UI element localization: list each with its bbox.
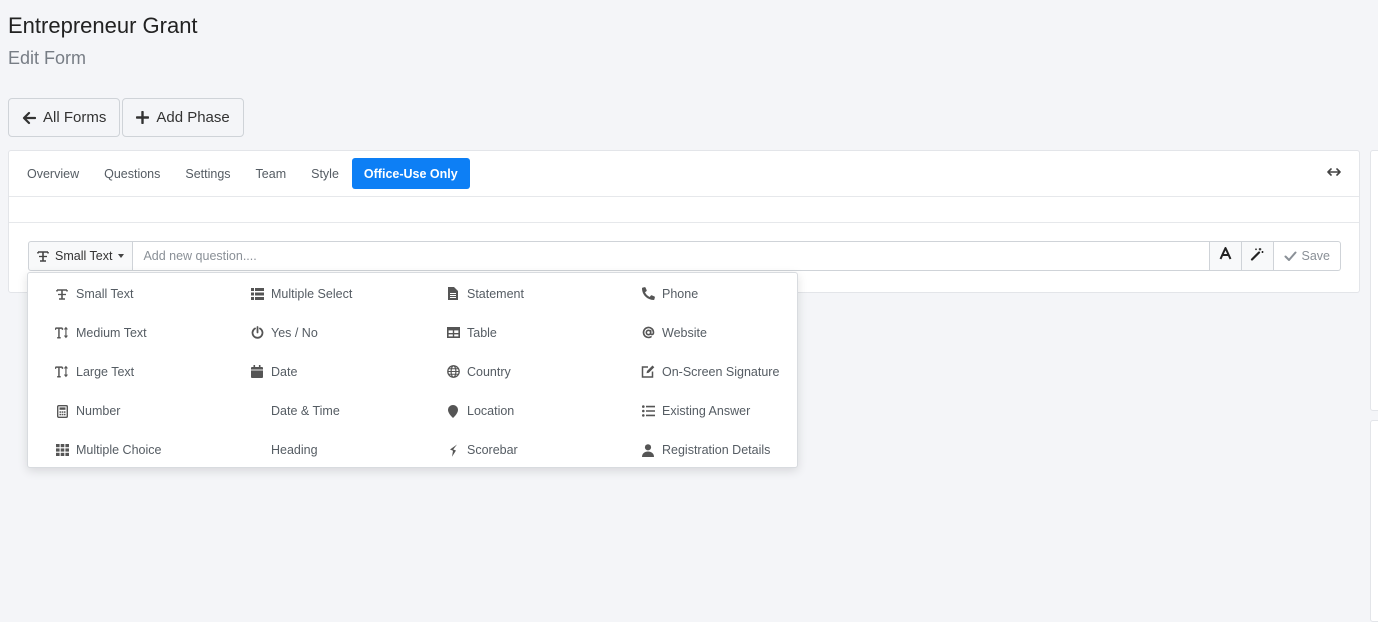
menu-item-website[interactable]: Website: [614, 313, 799, 352]
menu-item-label: Heading: [271, 443, 318, 458]
globe-icon: [446, 365, 460, 379]
menu-item-label: Large Text: [76, 364, 135, 379]
power-icon: [250, 326, 264, 340]
scorebar-icon: [446, 443, 460, 457]
tab-bar: Overview Questions Settings Team Style O…: [9, 151, 1359, 197]
map-marker-icon: [446, 404, 460, 418]
menu-item-label: Date & Time: [271, 404, 340, 419]
menu-item-label: Multiple Choice: [76, 443, 162, 458]
small-text-icon: [37, 250, 49, 262]
menu-item-date[interactable]: Date: [223, 352, 419, 391]
check-icon: [1284, 251, 1296, 261]
blank-icon: [250, 443, 264, 457]
menu-item-label: Country: [467, 364, 511, 379]
menu-item-label: Small Text: [76, 286, 134, 301]
text-height-icon: [55, 365, 69, 379]
magic-wand-button[interactable]: [1241, 241, 1274, 271]
blank-icon: [250, 404, 264, 418]
at-icon: [641, 326, 655, 340]
phone-icon: [641, 287, 655, 301]
question-type-label: Small Text: [55, 249, 113, 263]
menu-item-on-screen-signature[interactable]: On-Screen Signature: [614, 352, 799, 391]
question-type-menu: Small Text Multiple Select Statement Pho…: [27, 272, 798, 468]
menu-item-existing-answer[interactable]: Existing Answer: [614, 392, 799, 431]
list-icon: [250, 287, 264, 301]
menu-item-label: On-Screen Signature: [662, 364, 780, 379]
font-style-button[interactable]: [1209, 241, 1242, 271]
menu-item-heading[interactable]: Heading: [223, 431, 419, 470]
menu-item-label: Yes / No: [271, 325, 318, 340]
menu-item-registration-details[interactable]: Registration Details: [614, 431, 799, 470]
grid-icon: [55, 443, 69, 457]
tab-office-use-only[interactable]: Office-Use Only: [351, 158, 470, 189]
menu-item-label: Registration Details: [662, 443, 771, 458]
menu-item-multiple-choice[interactable]: Multiple Choice: [28, 431, 223, 470]
menu-item-multiple-select[interactable]: Multiple Select: [223, 274, 419, 313]
question-type-dropdown[interactable]: Small Text: [28, 241, 134, 271]
menu-item-large-text[interactable]: Large Text: [28, 352, 223, 391]
divider: [9, 222, 1359, 223]
list-ul-icon: [641, 404, 655, 418]
top-actions: All Forms Add Phase: [8, 98, 244, 137]
menu-item-label: Number: [76, 404, 121, 419]
menu-item-phone[interactable]: Phone: [614, 274, 799, 313]
magic-wand-icon: [1250, 247, 1264, 266]
save-label: Save: [1301, 249, 1331, 263]
edit-icon: [641, 365, 655, 379]
menu-item-label: Medium Text: [76, 325, 147, 340]
menu-item-label: Date: [271, 364, 298, 379]
new-question-input[interactable]: [133, 241, 1210, 271]
plus-icon: [136, 111, 150, 124]
tab-overview[interactable]: Overview: [15, 158, 91, 189]
menu-item-label: Existing Answer: [662, 404, 751, 419]
small-text-icon: [55, 287, 69, 301]
file-icon: [446, 287, 460, 301]
caret-down-icon: [118, 254, 125, 258]
calculator-icon: [55, 404, 69, 418]
menu-item-medium-text[interactable]: Medium Text: [28, 313, 223, 352]
menu-item-label: Scorebar: [467, 443, 518, 458]
all-forms-button[interactable]: All Forms: [8, 98, 121, 137]
tab-questions[interactable]: Questions: [92, 158, 172, 189]
menu-item-small-text[interactable]: Small Text: [28, 274, 223, 313]
menu-item-table[interactable]: Table: [419, 313, 614, 352]
menu-item-label: Table: [467, 325, 497, 340]
add-phase-label: Add Phase: [156, 109, 230, 126]
menu-item-label: Phone: [662, 286, 699, 301]
arrow-left-icon: [22, 111, 36, 125]
menu-item-label: Website: [662, 325, 707, 340]
side-panel-card: [1370, 420, 1378, 622]
save-button[interactable]: Save: [1273, 241, 1341, 271]
side-panel-card: [1370, 150, 1378, 411]
tab-settings[interactable]: Settings: [173, 158, 242, 189]
text-height-icon: [55, 326, 69, 340]
add-question-bar: Small Text Save: [28, 241, 1341, 271]
menu-item-label: Multiple Select: [271, 286, 353, 301]
all-forms-label: All Forms: [43, 109, 107, 126]
tab-style[interactable]: Style: [299, 158, 351, 189]
menu-item-location[interactable]: Location: [419, 392, 614, 431]
page-title: Entrepreneur Grant: [8, 13, 198, 38]
table-icon: [446, 326, 460, 340]
page-header: Entrepreneur Grant Edit Form: [8, 12, 198, 70]
menu-item-label: Location: [467, 404, 515, 419]
expand-width-icon[interactable]: [1327, 165, 1341, 184]
menu-item-scorebar[interactable]: Scorebar: [419, 431, 614, 470]
menu-item-label: Statement: [467, 286, 524, 301]
tab-team[interactable]: Team: [244, 158, 299, 189]
page-subtitle: Edit Form: [8, 48, 87, 68]
calendar-icon: [250, 365, 264, 379]
user-icon: [641, 443, 655, 457]
menu-item-date-time[interactable]: Date & Time: [223, 392, 419, 431]
menu-item-yes-no[interactable]: Yes / No: [223, 313, 419, 352]
menu-item-country[interactable]: Country: [419, 352, 614, 391]
font-icon: [1219, 247, 1232, 265]
menu-item-statement[interactable]: Statement: [419, 274, 614, 313]
menu-item-number[interactable]: Number: [28, 392, 223, 431]
add-phase-button[interactable]: Add Phase: [122, 98, 244, 137]
